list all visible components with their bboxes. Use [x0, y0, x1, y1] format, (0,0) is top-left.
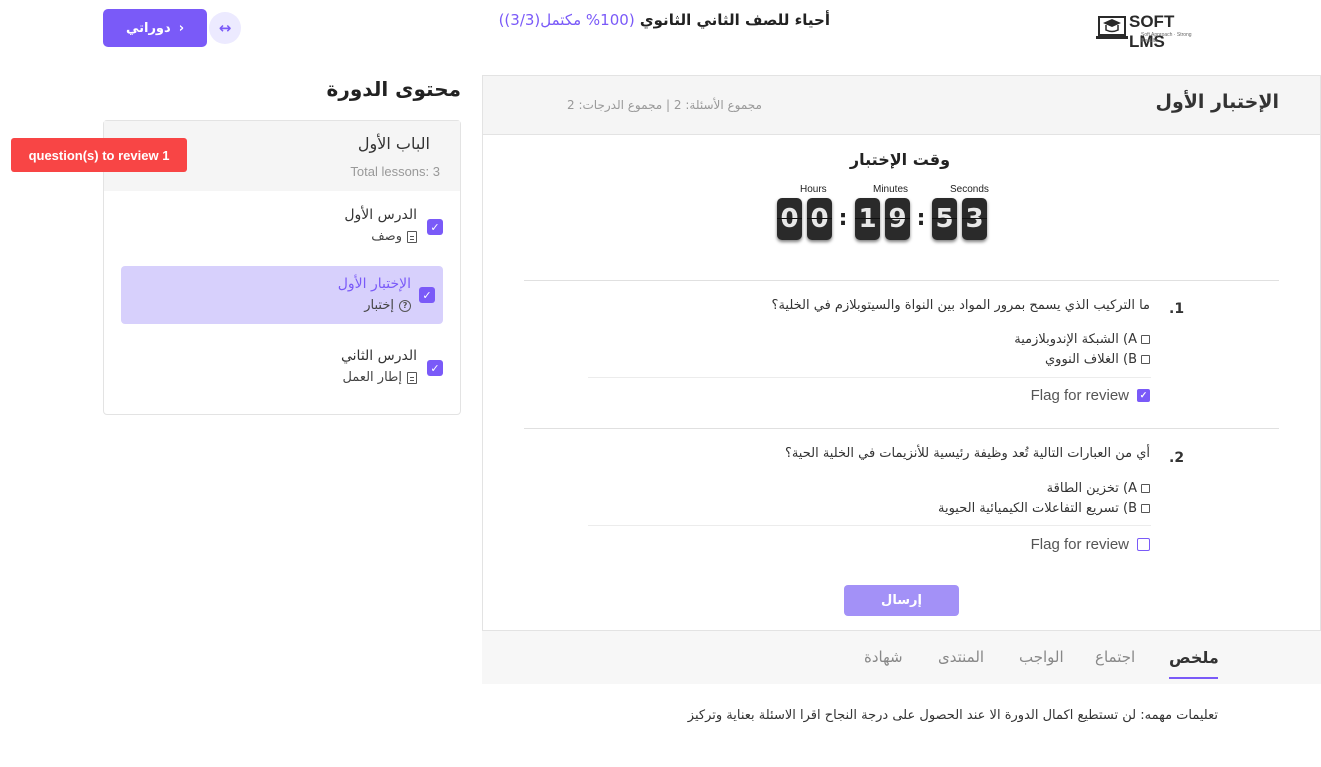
my-courses-button[interactable]: دوراتي ›: [103, 9, 207, 47]
quiz-title: الإختبار الأول: [1155, 91, 1279, 113]
tab-summary[interactable]: ملخص: [1169, 648, 1219, 667]
flag-checkbox-unchecked[interactable]: [1137, 538, 1150, 551]
chapter-title: الباب الأول: [357, 134, 430, 153]
option-checkbox[interactable]: [1141, 355, 1150, 364]
question-text: ما التركيب الذي يسمح بمرور المواد بين ال…: [771, 298, 1150, 313]
course-progress: (100% مكتمل(3/3)): [498, 11, 635, 29]
document-icon: [407, 230, 417, 243]
tab-certificate[interactable]: شهادة: [864, 648, 903, 666]
document-icon: [407, 371, 417, 384]
chevron-right-icon: ›: [178, 20, 185, 36]
timer-separator: :: [916, 206, 926, 231]
divider: [588, 377, 1151, 378]
course-title: أحياء للصف الثاني الثانوي (100% مكتمل(3/…: [460, 11, 830, 29]
option-checkbox[interactable]: [1141, 484, 1150, 493]
review-count-badge[interactable]: question(s) to review 1: [11, 138, 187, 172]
quiz-meta: مجموع الأسئلة: 2 | مجموع الدرجات: 2: [567, 98, 762, 112]
tab-assignment[interactable]: الواجب: [1019, 648, 1064, 666]
timer-digit: 0: [807, 198, 832, 240]
active-tab-indicator: [1169, 677, 1218, 679]
expand-horizontal-icon[interactable]: ↔: [209, 12, 241, 44]
chapter-lesson-count: Total lessons: 3: [350, 164, 440, 179]
answer-option[interactable]: B) الغلاف النووي: [1045, 352, 1150, 367]
timer-unit-hours: Hours: [800, 184, 827, 195]
question-text: أي من العبارات التالية تُعد وظيفة رئيسية…: [784, 446, 1150, 461]
soft-lms-logo[interactable]: SOFT LMS Soft Approach · Strong Results: [1095, 12, 1207, 51]
completed-checkbox-icon: ✓: [427, 219, 443, 235]
lesson-type: ? إختبار: [364, 298, 411, 313]
timer-separator: :: [838, 206, 848, 231]
lesson-name: الدرس الأول: [344, 207, 417, 223]
course-title-text: أحياء للصف الثاني الثانوي: [639, 11, 830, 29]
lesson-type: إطار العمل: [342, 370, 417, 385]
question-number: .1: [1169, 301, 1185, 317]
question-number: .2: [1169, 450, 1185, 466]
timer-unit-seconds: Seconds: [950, 184, 989, 195]
tab-meeting[interactable]: اجتماع: [1095, 648, 1135, 666]
tab-forum[interactable]: المنتدى: [938, 648, 984, 666]
my-courses-label: دوراتي: [125, 20, 171, 36]
timer-digit: 1: [855, 198, 880, 240]
answer-option[interactable]: A) تخزين الطاقة: [1047, 481, 1150, 496]
sidebar-item-lesson-1[interactable]: ✓ الدرس الأول وصف: [121, 201, 443, 259]
answer-option[interactable]: B) تسريع التفاعلات الكيميائية الحيوية: [938, 501, 1150, 516]
sidebar-item-lesson-2[interactable]: ✓ الدرس الثاني إطار العمل: [121, 342, 443, 400]
flag-checkbox-checked[interactable]: ✓: [1137, 389, 1150, 402]
flag-for-review[interactable]: Flag for review ✓: [1031, 387, 1150, 404]
timer-digit: 5: [932, 198, 957, 240]
flag-for-review[interactable]: Flag for review: [1031, 536, 1150, 553]
option-checkbox[interactable]: [1141, 335, 1150, 344]
question-circle-icon: ?: [399, 299, 411, 312]
divider: [588, 525, 1151, 526]
lesson-type: وصف: [371, 229, 417, 244]
completed-checkbox-icon: ✓: [427, 360, 443, 376]
timer-title: وقت الإختبار: [849, 150, 951, 169]
laptop-logo-icon: [1096, 16, 1128, 39]
option-checkbox[interactable]: [1141, 504, 1150, 513]
logo-tagline: Soft Approach · Strong Results: [1141, 32, 1192, 44]
submit-button[interactable]: إرسال: [844, 585, 959, 616]
quiz-header: الإختبار الأول مجموع الأسئلة: 2 | مجموع …: [483, 76, 1320, 135]
sidebar-item-quiz-1[interactable]: ✓ الإختبار الأول ? إختبار: [121, 266, 443, 324]
lesson-name: الدرس الثاني: [340, 348, 417, 364]
timer-unit-minutes: Minutes: [873, 184, 909, 195]
divider: [524, 428, 1279, 429]
instructions-text: تعليمات مهمه: لن تستطيع اكمال الدورة الا…: [687, 708, 1218, 723]
timer-digit: 3: [962, 198, 987, 240]
timer-digit: 9: [885, 198, 910, 240]
divider: [524, 280, 1279, 281]
course-content-title: محتوى الدورة: [326, 77, 461, 101]
answer-option[interactable]: A) الشبكة الإندوبلازمية: [1014, 332, 1150, 347]
timer-digit: 0: [777, 198, 802, 240]
completed-checkbox-icon: ✓: [419, 287, 435, 303]
lesson-name: الإختبار الأول: [337, 276, 411, 292]
